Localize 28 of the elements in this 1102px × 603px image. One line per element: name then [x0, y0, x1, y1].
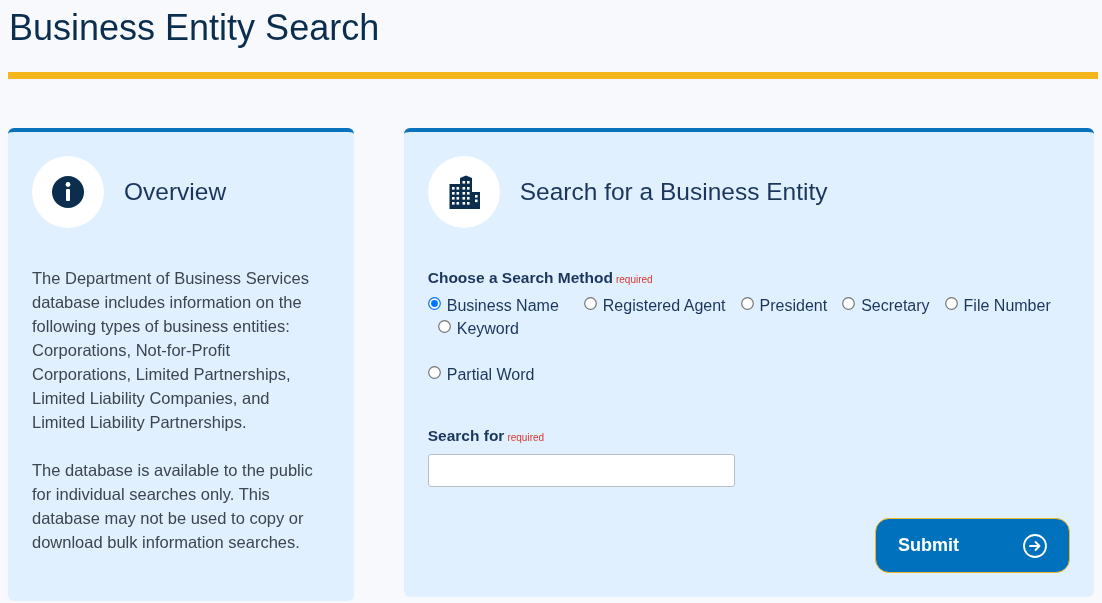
radio-button[interactable] [583, 297, 597, 310]
card-heading: Overview [124, 177, 227, 207]
radio-button[interactable] [842, 297, 856, 310]
radio-button[interactable] [427, 366, 441, 379]
radio-label: Business Name [446, 296, 559, 316]
radio-label: Partial Word [446, 365, 535, 385]
radio-label: Registered Agent [602, 296, 726, 316]
arrow-circle-icon [1023, 533, 1047, 558]
building-icon [427, 156, 500, 228]
required-note: required [615, 274, 653, 286]
radio-button[interactable] [740, 297, 754, 310]
radio-label: President [759, 296, 828, 316]
card-heading: Search for a Business Entity [519, 177, 828, 207]
search-input[interactable] [427, 454, 735, 487]
radio-label: Secretary [861, 296, 930, 316]
overview-paragraph: The database is available to the public for individual searches only. This database may not be used to copy or download bulk information searches. [32, 460, 314, 553]
page-title: Business Entity Search [8, 6, 380, 50]
field-label: Choose a Search Method [427, 268, 613, 288]
radio-button[interactable] [427, 297, 441, 310]
radio-button[interactable] [437, 320, 451, 333]
radio-button[interactable] [944, 297, 958, 310]
required-note: required [507, 432, 545, 444]
radio-label: File Number [963, 296, 1051, 316]
field-label: Search for [427, 426, 505, 446]
submit-button[interactable]: Submit [875, 518, 1070, 573]
info-icon [32, 156, 104, 228]
radio-label: Keyword [456, 319, 519, 339]
overview-paragraph: The Department of Business Services database includes information on the following types of business entities: Corporations, Not-for-Profit Corporations, Limited Partnerships, Limited Liability Companies, and Limited Liability Partnerships. [32, 268, 310, 433]
